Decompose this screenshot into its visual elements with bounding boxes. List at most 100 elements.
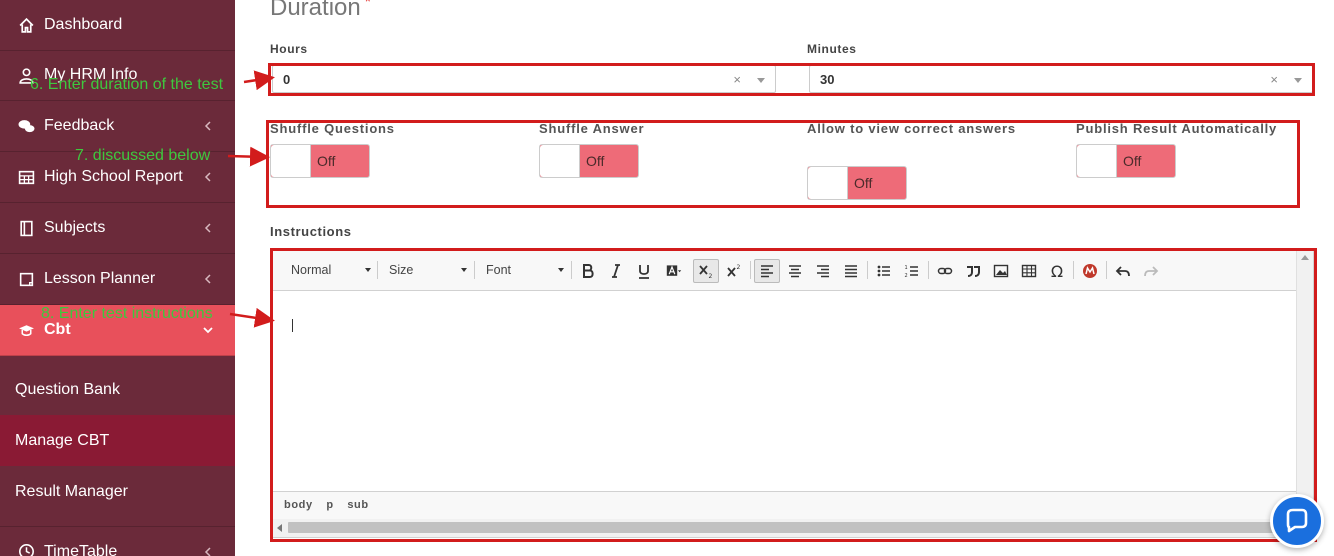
chat-button[interactable] [1270, 494, 1324, 548]
toolbar-separator [571, 261, 572, 279]
path-element[interactable]: p [326, 499, 333, 511]
graduation-cap-icon [17, 321, 35, 339]
special-character-icon[interactable]: Ω [1044, 259, 1070, 283]
toggle-knob [1077, 145, 1117, 177]
italic-icon[interactable] [603, 259, 629, 283]
scroll-left-icon[interactable] [277, 524, 282, 532]
annotation-label: 6. Enter duration of the test [30, 76, 224, 93]
align-left-icon[interactable] [754, 259, 780, 283]
svg-text:1: 1 [905, 265, 908, 271]
link-icon[interactable] [932, 259, 958, 283]
sidebar-item-label: High School Report [44, 168, 183, 185]
editor-vertical-scrollbar[interactable] [1296, 251, 1313, 519]
toolbar-separator [867, 261, 868, 279]
editor-horizontal-scrollbar[interactable] [273, 519, 1313, 537]
dropdown-arrow-icon [461, 268, 467, 272]
minutes-select[interactable]: 30 × [809, 65, 1313, 93]
instructions-label: Instructions [270, 224, 352, 239]
minutes-clear-icon[interactable]: × [1270, 72, 1278, 87]
publish-result-automatically-toggle[interactable]: Off [1076, 144, 1176, 178]
home-icon [17, 16, 35, 34]
section-title-text: Duration [270, 0, 361, 21]
minutes-value: 30 [820, 71, 835, 87]
bold-icon[interactable] [575, 259, 601, 283]
editor-path-bar: body p sub [273, 491, 1297, 519]
table-insert-icon[interactable] [1016, 259, 1042, 283]
toggle-knob [271, 145, 311, 177]
sidebar-item-label: Lesson Planner [44, 270, 156, 287]
toggle-knob [808, 167, 848, 199]
sidebar-item-lesson-planner[interactable]: Lesson Planner [0, 254, 235, 305]
hours-clear-icon[interactable]: × [733, 72, 741, 87]
sidebar-item-label: Cbt [44, 321, 71, 338]
scrollbar-thumb[interactable] [288, 522, 1296, 533]
sidebar-item-subjects[interactable]: Subjects [0, 203, 235, 254]
underline-icon[interactable] [631, 259, 657, 283]
path-element[interactable]: body [284, 499, 313, 511]
toolbar-separator [1073, 261, 1074, 279]
sidebar-subitem-manage-cbt[interactable]: Manage CBT [0, 415, 235, 466]
publish-result-automatically-label: Publish Result Automatically [1076, 121, 1278, 136]
image-icon[interactable] [988, 259, 1014, 283]
svg-text:2: 2 [709, 273, 713, 279]
align-center-icon[interactable] [782, 259, 808, 283]
text-cursor [292, 319, 293, 332]
hours-dropdown-icon[interactable] [757, 78, 765, 83]
chat-bubble-icon [1286, 508, 1308, 533]
sidebar-item-timetable[interactable]: TimeTable [0, 526, 235, 556]
editor-content-area[interactable] [273, 292, 1297, 491]
editor-toolbar: Normal Size Font 2 2 12 Ω [273, 251, 1297, 291]
toolbar-separator [750, 261, 751, 279]
note-icon [17, 270, 35, 288]
annotation-label: 8. Enter test instructions [41, 305, 213, 322]
minutes-dropdown-icon[interactable] [1294, 78, 1302, 83]
section-title: Duration * [270, 0, 371, 22]
math-plugin-icon[interactable] [1077, 259, 1103, 283]
shuffle-answer-label: Shuffle Answer [539, 121, 645, 136]
align-justify-icon[interactable] [838, 259, 864, 283]
redo-icon[interactable] [1138, 259, 1164, 283]
sidebar-item-label: Dashboard [44, 16, 123, 33]
path-element[interactable]: sub [347, 499, 368, 511]
align-right-icon[interactable] [810, 259, 836, 283]
toolbar-separator [377, 261, 378, 279]
text-color-icon[interactable] [659, 259, 689, 283]
scroll-up-icon[interactable] [1301, 255, 1309, 260]
sidebar-subitem-label: Question Bank [15, 380, 120, 398]
chevron-left-icon [204, 223, 211, 233]
hours-select[interactable]: 0 × [272, 65, 776, 93]
sidebar-item-label: TimeTable [44, 542, 118, 556]
sidebar-item-label: Subjects [44, 219, 106, 236]
superscript-icon[interactable]: 2 [721, 259, 747, 283]
format-dropdown[interactable]: Normal [291, 260, 371, 280]
toggle-state: Off [854, 175, 873, 191]
blockquote-icon[interactable] [960, 259, 986, 283]
subscript-icon[interactable]: 2 [693, 259, 719, 283]
shuffle-questions-toggle[interactable]: Off [270, 144, 370, 178]
sidebar-subitem-label: Result Manager [15, 482, 128, 500]
size-dropdown[interactable]: Size [389, 260, 467, 280]
undo-icon[interactable] [1110, 259, 1136, 283]
chevron-left-icon [204, 274, 211, 284]
size-value: Size [389, 263, 414, 277]
instructions-editor[interactable]: Normal Size Font 2 2 12 Ω body p sub [272, 250, 1314, 538]
toggle-state: Off [1123, 153, 1142, 169]
sidebar-item-dashboard[interactable]: Dashboard [0, 0, 235, 51]
dropdown-arrow-icon [365, 268, 371, 272]
numbered-list-icon[interactable]: 12 [899, 259, 925, 283]
sidebar-subitem-question-bank[interactable]: Question Bank [0, 364, 235, 415]
sidebar-item-feedback[interactable]: Feedback [0, 101, 235, 152]
chevron-left-icon [204, 546, 211, 556]
sidebar-item-label: Feedback [44, 117, 115, 134]
format-value: Normal [291, 263, 332, 277]
svg-text:2: 2 [905, 273, 908, 279]
allow-view-correct-answers-toggle[interactable]: Off [807, 166, 907, 200]
sidebar-subitem-result-manager[interactable]: Result Manager [0, 466, 235, 517]
sidebar-subitem-label: Manage CBT [15, 431, 110, 449]
svg-text:2: 2 [737, 264, 741, 271]
toolbar-separator [474, 261, 475, 279]
annotation-label: 7. discussed below [75, 147, 211, 164]
bullet-list-icon[interactable] [871, 259, 897, 283]
font-dropdown[interactable]: Font [486, 260, 564, 280]
shuffle-answer-toggle[interactable]: Off [539, 144, 639, 178]
